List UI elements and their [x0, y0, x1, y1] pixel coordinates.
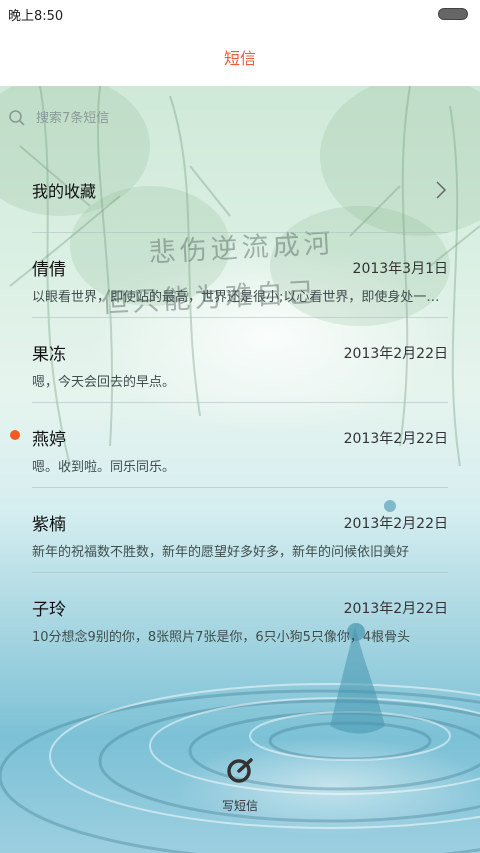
conversation-list: 我的收藏 倩倩 2013年3月1日 以眼看世界，即使站的最高，世界还是很小;以心…	[0, 148, 480, 657]
message-date: 2013年2月22日	[343, 600, 448, 617]
contact-name: 燕婷	[32, 430, 66, 450]
conversation-item[interactable]: 紫楠 2013年2月22日 新年的祝福数不胜数，新年的愿望好多好多，新年的问候依…	[0, 488, 480, 572]
contact-name: 紫楠	[32, 515, 66, 535]
message-preview: 嗯，今天会回去的早点。	[32, 375, 176, 390]
favorites-label: 我的收藏	[32, 182, 97, 201]
message-date: 2013年2月22日	[343, 515, 448, 532]
chevron-right-icon	[436, 181, 447, 199]
contact-name: 子玲	[32, 600, 66, 620]
message-preview: 新年的祝福数不胜数，新年的愿望好多好多，新年的问候依旧美好	[32, 545, 410, 560]
search-icon	[9, 110, 25, 126]
message-preview: 以眼看世界，即使站的最高，世界还是很小;以心看世界，即使身处一隅，世界也是无限	[32, 290, 448, 305]
unread-indicator	[10, 430, 20, 440]
status-time: 晚上8:50	[8, 8, 64, 24]
message-date: 2013年2月22日	[343, 430, 448, 447]
search-input[interactable]	[36, 110, 436, 126]
conversation-item[interactable]: 果冻 2013年2月22日 嗯，今天会回去的早点。	[0, 318, 480, 402]
search-bar[interactable]	[8, 106, 468, 130]
compose-label: 写短信	[221, 799, 258, 813]
page-title: 短信	[223, 49, 256, 68]
conversation-item[interactable]: 倩倩 2013年3月1日 以眼看世界，即使站的最高，世界还是很小;以心看世界，即…	[0, 233, 480, 317]
conversation-item[interactable]: 子玲 2013年2月22日 10分想念9别的你，8张照片7张是你，6只小狗5只像…	[0, 573, 480, 657]
compose-icon	[227, 758, 253, 783]
message-preview: 嗯。收到啦。同乐同乐。	[32, 460, 176, 475]
message-date: 2013年3月1日	[352, 260, 448, 277]
message-date: 2013年2月22日	[343, 345, 448, 362]
contact-name: 倩倩	[32, 260, 66, 280]
conversation-item[interactable]: 燕婷 2013年2月22日 嗯。收到啦。同乐同乐。	[0, 403, 480, 487]
message-preview: 10分想念9别的你，8张照片7张是你，6只小狗5只像你，4根骨头	[32, 630, 411, 645]
status-bar: 晚上8:50	[0, 0, 480, 28]
header: 短信	[0, 28, 480, 86]
contact-name: 果冻	[32, 345, 66, 365]
favorites-row[interactable]: 我的收藏	[0, 148, 480, 232]
battery-icon	[438, 8, 468, 20]
compose-button[interactable]: 写短信	[200, 755, 280, 825]
